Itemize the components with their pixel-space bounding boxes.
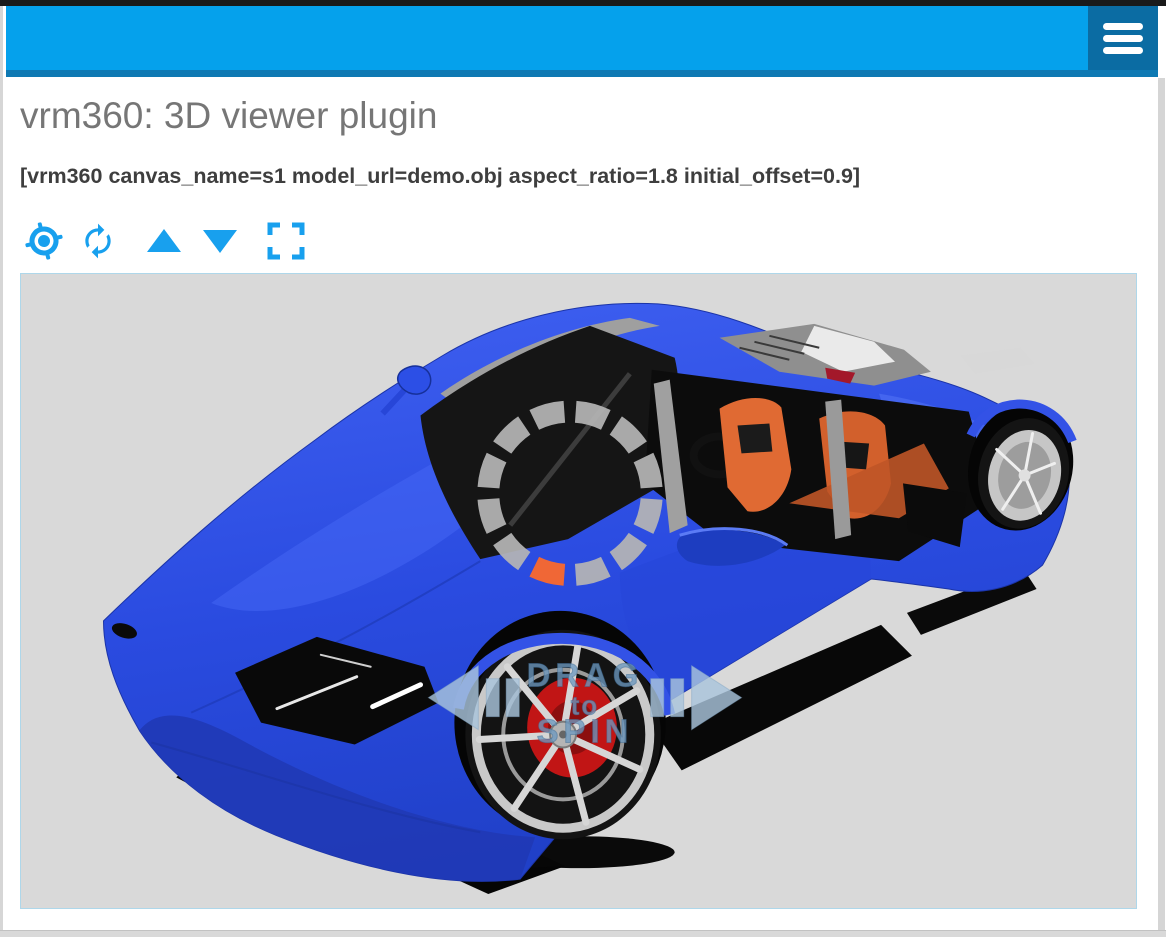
page: { "header": { "background_color": "#05a1… (0, 0, 1166, 937)
viewer-toolbar (25, 222, 1140, 260)
triangle-up-icon (147, 229, 181, 252)
drag-hint-line1: DRAG (527, 657, 644, 694)
hamburger-icon (1103, 34, 1143, 42)
page-bottom-edge (0, 930, 1166, 937)
page-left-edge (0, 6, 3, 931)
move-up-button[interactable] (145, 222, 183, 260)
car-model (102, 302, 1077, 895)
shortcode-text: [vrm360 canvas_name=s1 model_url=demo.ob… (20, 164, 861, 188)
drag-hint-line3: SPIN (537, 713, 634, 750)
hamburger-icon (1103, 46, 1143, 54)
rotate-icon (85, 223, 111, 259)
triangle-down-icon (203, 230, 237, 253)
scrollbar-track[interactable] (1158, 78, 1165, 931)
menu-button[interactable] (1088, 6, 1158, 70)
viewer-canvas[interactable]: DRAG to SPIN (20, 273, 1137, 909)
site-header (6, 6, 1158, 77)
page-title: vrm360: 3D viewer plugin (20, 95, 438, 136)
3d-scene: DRAG to SPIN (102, 302, 1077, 895)
target-icon (25, 222, 63, 260)
main-content: vrm360: 3D viewer plugin [vrm360 canvas_… (20, 94, 1140, 909)
fullscreen-button[interactable] (267, 222, 305, 260)
spinner-active-segment (529, 556, 566, 586)
hamburger-icon (1103, 22, 1143, 30)
auto-rotate-button[interactable] (79, 222, 117, 260)
move-down-button[interactable] (201, 222, 239, 260)
fullscreen-icon (267, 222, 305, 260)
center-model-button[interactable] (25, 222, 63, 260)
